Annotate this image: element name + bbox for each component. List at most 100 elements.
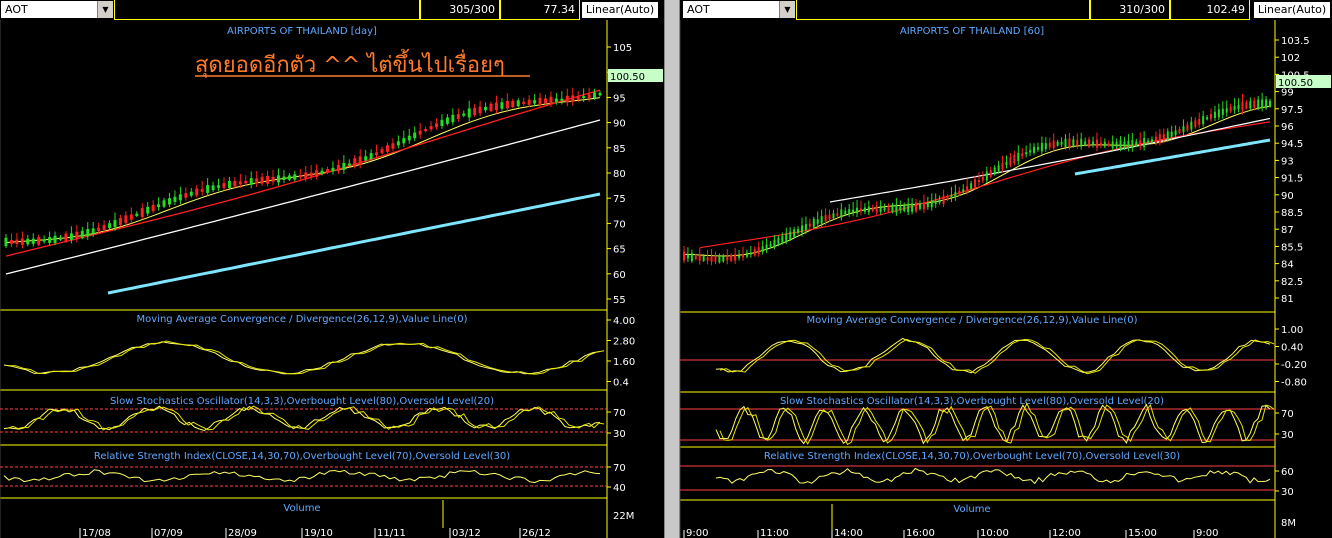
candle xyxy=(812,218,815,228)
chevron-down-icon[interactable]: ▼ xyxy=(779,1,795,18)
candle xyxy=(173,196,177,202)
candle xyxy=(129,214,133,220)
candle xyxy=(244,180,248,184)
candle xyxy=(167,198,171,205)
candle xyxy=(1221,108,1224,116)
candle xyxy=(418,130,422,135)
candle xyxy=(266,175,270,184)
candle xyxy=(730,255,733,261)
candle xyxy=(863,207,866,212)
candle xyxy=(255,178,259,184)
candle xyxy=(576,95,580,100)
candle xyxy=(593,92,597,99)
volume-pane-title: Volume xyxy=(283,503,320,514)
candle xyxy=(950,194,953,199)
price-tick-label: 94.5 xyxy=(1281,139,1303,150)
candle xyxy=(1056,141,1059,146)
candle xyxy=(157,204,161,208)
candle xyxy=(883,207,886,211)
candle xyxy=(140,208,144,217)
price-tick-label: 82.5 xyxy=(1281,277,1303,288)
right-chart-canvas[interactable]: AIRPORTS OF THAILAND [60]103.5102100.599… xyxy=(680,20,1332,538)
stoch-title: Slow Stochastics Oscillator(14,3,3),Over… xyxy=(110,396,494,407)
candle xyxy=(391,143,395,149)
candle xyxy=(1084,141,1087,145)
price-tick-label: 93 xyxy=(1281,156,1294,167)
macd-tick-label: 1.60 xyxy=(613,357,635,368)
left-chart-canvas[interactable]: AIRPORTS OF THAILAND [day]10510095908580… xyxy=(0,20,664,538)
candle xyxy=(1135,141,1138,146)
price-tick-label: 60 xyxy=(613,270,626,281)
candle xyxy=(544,98,548,104)
rsi-tick-label: 60 xyxy=(1281,467,1294,478)
price-tick-label: 96 xyxy=(1281,122,1294,133)
price-tick-label: 99 xyxy=(1281,88,1294,99)
right-symbol-select[interactable]: AOT ▼ xyxy=(683,1,795,18)
left-scale-mode-button[interactable]: Linear(Auto) xyxy=(582,2,658,18)
right-scale-mode-button[interactable]: Linear(Auto) xyxy=(1254,2,1330,18)
candle xyxy=(445,117,449,124)
candle xyxy=(1269,100,1271,107)
candle xyxy=(989,170,992,177)
candle xyxy=(1158,134,1161,143)
candle xyxy=(1143,138,1146,148)
time-axis-label: 03/12 xyxy=(452,528,481,538)
candle xyxy=(962,189,965,192)
candle xyxy=(832,213,835,218)
candle xyxy=(86,228,90,237)
right-chart-panel: AOT ▼ 310/300 102.49 Linear(Auto) AIRPOR… xyxy=(680,0,1332,538)
left-toolbar-spacer xyxy=(114,0,420,20)
chevron-down-icon[interactable]: ▼ xyxy=(97,1,113,18)
rsi-title: Relative Strength Index(CLOSE,14,30,70),… xyxy=(94,451,510,462)
candle xyxy=(1225,108,1228,113)
candle xyxy=(184,193,188,198)
price-tick-label: 91.5 xyxy=(1281,174,1303,185)
candle xyxy=(26,238,30,245)
price-tick-label: 85 xyxy=(613,144,626,155)
panel-splitter[interactable] xyxy=(664,0,680,538)
price-tick-label: 88.5 xyxy=(1281,208,1303,219)
candle xyxy=(1072,139,1075,146)
time-axis-label: 07/09 xyxy=(154,528,183,538)
rsi-title: Relative Strength Index(CLOSE,14,30,70),… xyxy=(764,451,1180,462)
price-tick-label: 90 xyxy=(613,119,626,130)
candle xyxy=(993,167,996,175)
time-axis-label: 9:00 xyxy=(686,528,708,538)
time-axis-label: 19/10 xyxy=(304,528,333,538)
candle xyxy=(429,125,433,130)
candle xyxy=(1147,140,1150,143)
left-symbol-select[interactable]: AOT ▼ xyxy=(1,1,113,18)
candle xyxy=(828,214,831,220)
candle xyxy=(435,123,439,128)
right-symbol-value: AOT xyxy=(687,3,710,16)
left-last-value: 77.34 xyxy=(500,0,580,20)
candle xyxy=(369,153,373,160)
candle xyxy=(1198,119,1201,125)
candle xyxy=(911,203,914,212)
candle xyxy=(353,158,357,167)
candle xyxy=(31,238,35,244)
candle xyxy=(1182,126,1185,133)
candle xyxy=(1241,101,1244,111)
candle xyxy=(331,167,335,172)
volume-tick-label: 22M xyxy=(613,511,634,522)
candle xyxy=(749,252,752,255)
candle xyxy=(1036,147,1039,150)
candle xyxy=(942,195,945,205)
candle xyxy=(1029,150,1032,153)
candle xyxy=(178,194,182,201)
left-toolbar: AOT ▼ 305/300 77.34 Linear(Auto) xyxy=(0,0,664,20)
candle xyxy=(1001,163,1004,169)
candle xyxy=(769,244,772,247)
candle xyxy=(527,99,531,105)
candle xyxy=(761,246,764,252)
candle xyxy=(1261,99,1264,109)
candle xyxy=(293,174,297,180)
ma-slow-line xyxy=(5,119,601,275)
time-axis-label: 9:00 xyxy=(1196,528,1218,538)
candle xyxy=(113,220,117,228)
right-toolbar: AOT ▼ 310/300 102.49 Linear(Auto) xyxy=(680,0,1332,20)
candle xyxy=(58,237,62,240)
candle xyxy=(1170,131,1173,137)
candle xyxy=(42,239,46,242)
